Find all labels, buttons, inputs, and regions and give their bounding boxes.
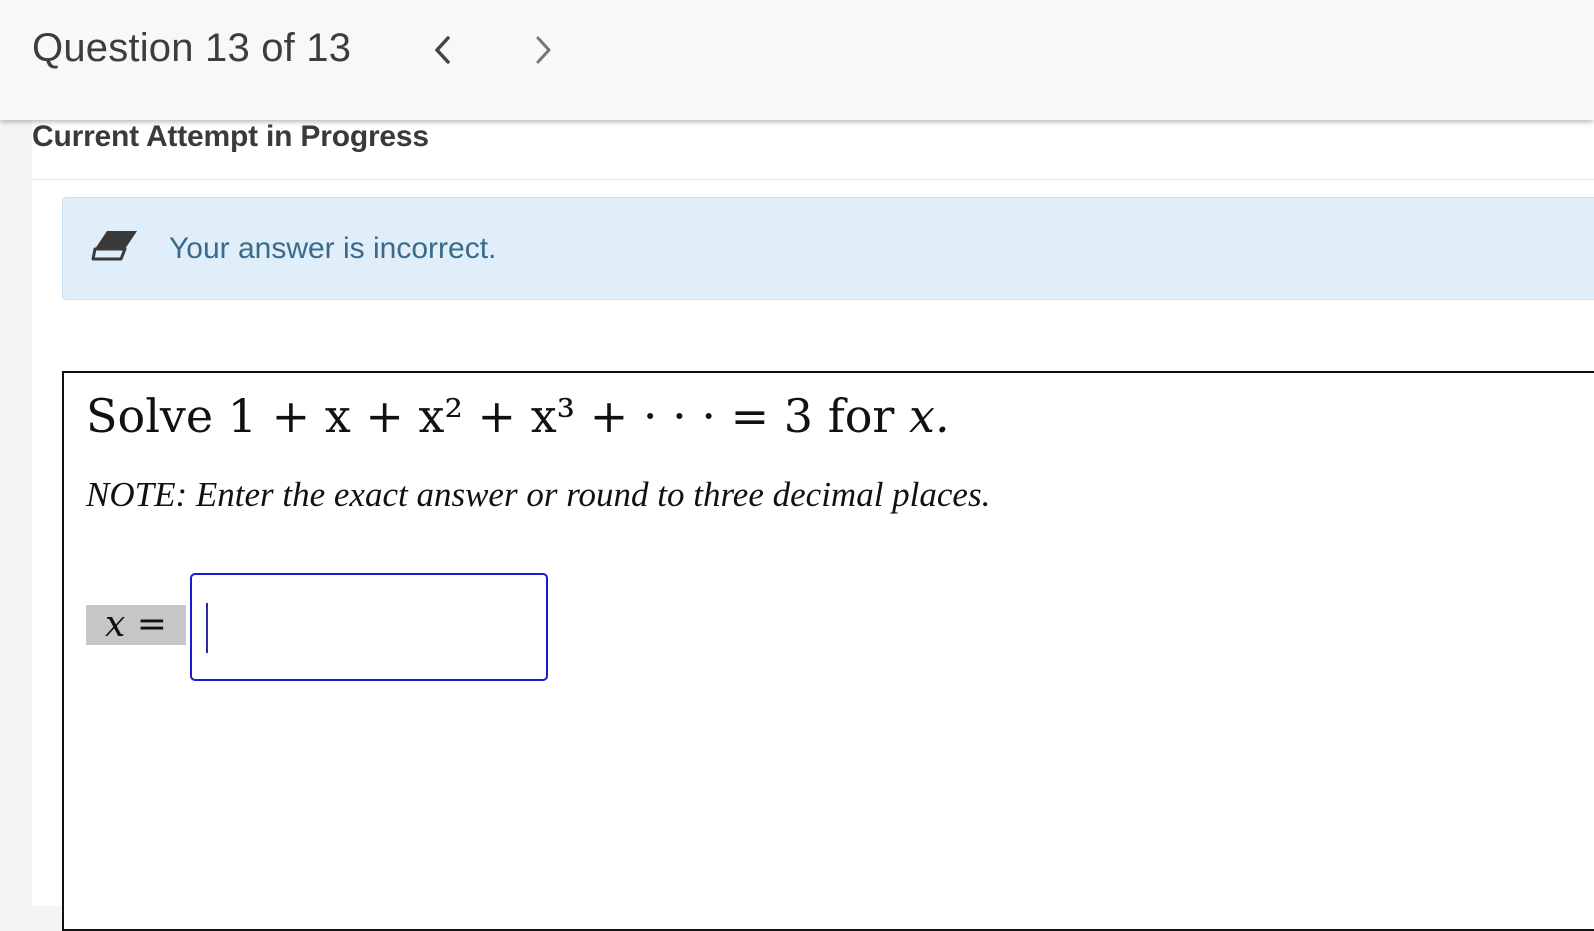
feedback-alert: Your answer is incorrect.: [62, 197, 1594, 300]
chevron-right-icon: [536, 36, 551, 64]
answer-label: x =: [86, 605, 186, 645]
solve-word: Solve: [86, 389, 214, 443]
instruction-note: NOTE: Enter the exact answer or round to…: [86, 475, 991, 514]
question-panel: Solve 1 + x + x² + x³ + · · · = 3 for x.…: [62, 371, 1594, 931]
next-question-button[interactable]: [522, 28, 566, 72]
previous-question-button[interactable]: [420, 28, 464, 72]
eraser-icon: [91, 228, 139, 267]
feedback-message: Your answer is incorrect.: [169, 232, 497, 265]
answer-input[interactable]: [190, 573, 548, 681]
question-content: Current Attempt in Progress Your answer …: [32, 120, 1594, 931]
problem-statement: Solve 1 + x + x² + x³ + · · · = 3 for x.: [86, 389, 950, 443]
text-caret: [206, 603, 208, 653]
chevron-left-icon: [435, 36, 450, 64]
attempt-status-heading: Current Attempt in Progress: [32, 120, 429, 153]
answer-label-text: x =: [105, 604, 167, 645]
question-header: Question 13 of 13: [0, 0, 1594, 120]
divider: [32, 179, 1594, 180]
question-counter: Question 13 of 13: [32, 26, 352, 70]
series-equation: 1 + x + x² + x³ + · · · = 3: [227, 389, 814, 443]
solve-variable: x.: [909, 389, 950, 443]
for-word: for: [827, 389, 895, 443]
